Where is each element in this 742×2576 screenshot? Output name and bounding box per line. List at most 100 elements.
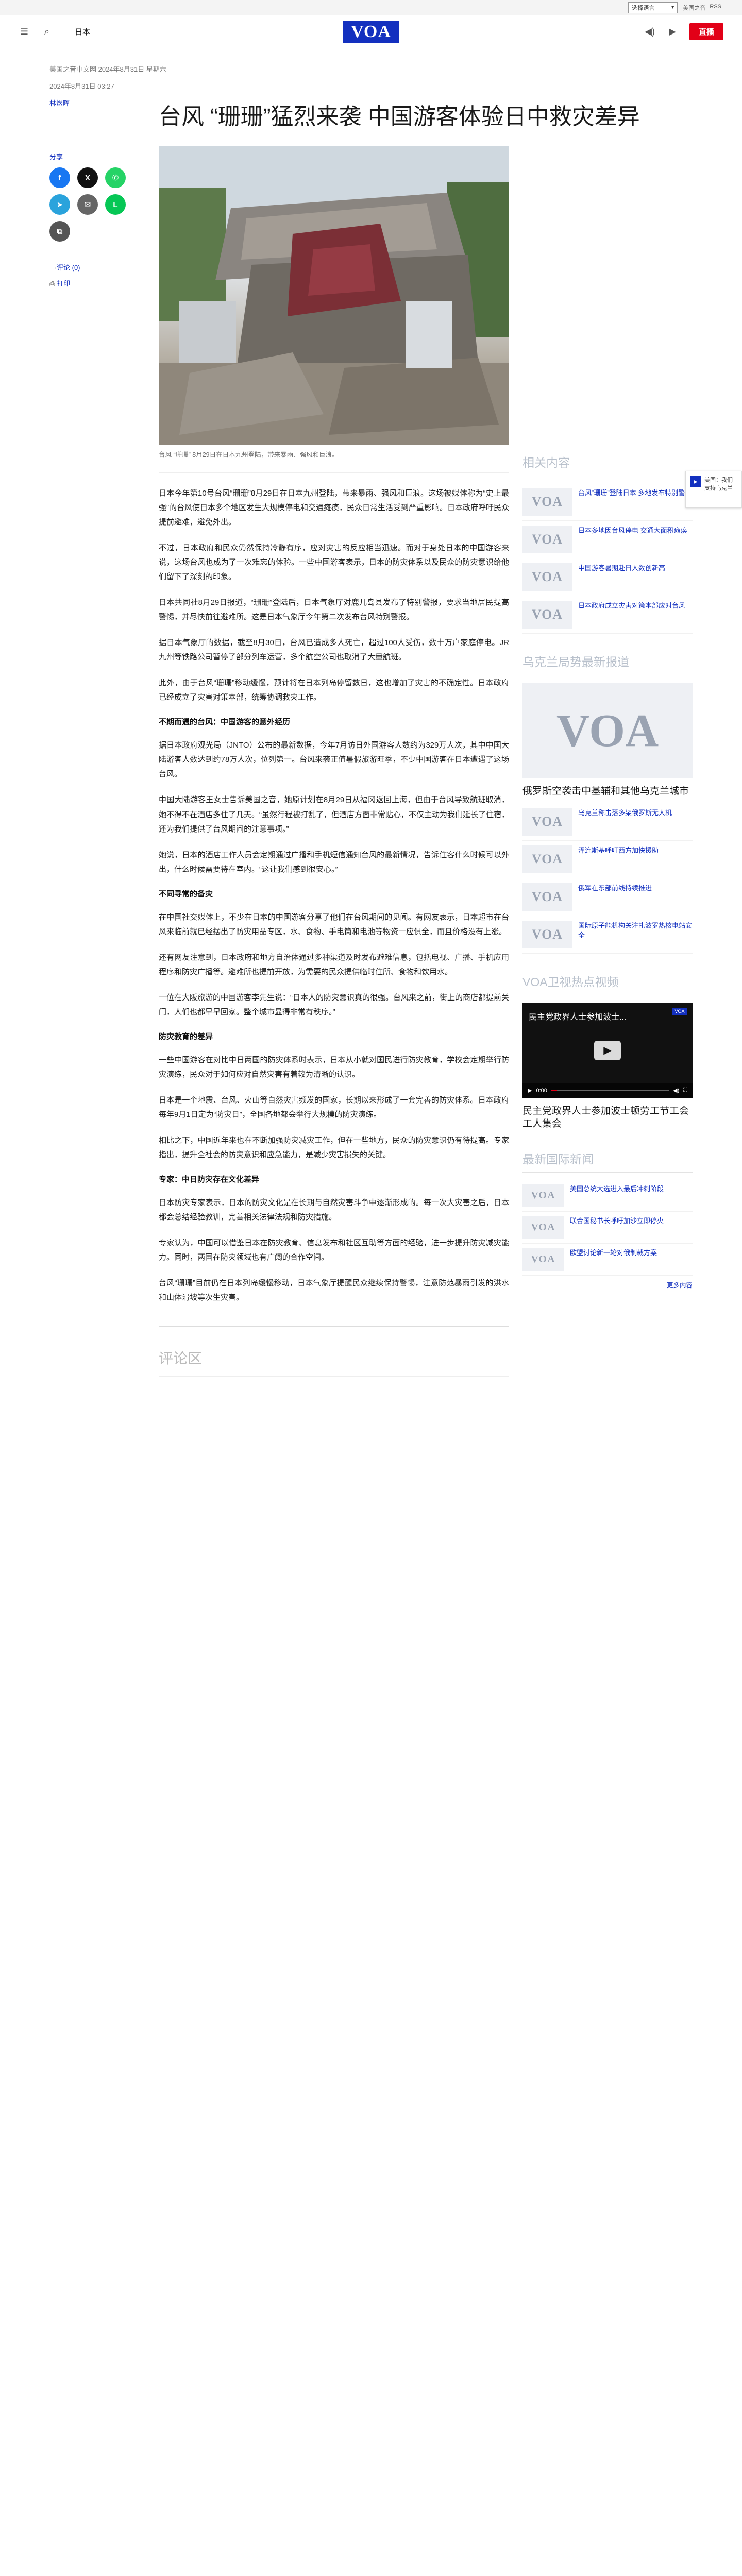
comments-link[interactable]: ▭ 评论 (0) bbox=[49, 262, 159, 272]
paragraph: 日本是一个地震、台风、火山等自然灾害频发的国家，长期以来形成了一套完善的防灾体系… bbox=[159, 1096, 509, 1120]
section-heading: 不同寻常的备灾 bbox=[159, 889, 213, 899]
featured-thumbnail[interactable]: VOA bbox=[522, 683, 693, 778]
video-time: 0:00 bbox=[536, 1087, 547, 1094]
related-heading: 相关内容 bbox=[522, 453, 693, 476]
thumbnail: VOA bbox=[522, 807, 572, 836]
video-progress-track[interactable] bbox=[551, 1090, 669, 1092]
video-caption[interactable]: 民主党政界人士参加波士顿劳工节工会工人集会 bbox=[522, 1105, 693, 1131]
paragraph: 一位在大阪旅游的中国游客李先生说：“日本人的防灾意识真的很强。台风来之前，街上的… bbox=[159, 993, 509, 1016]
language-select[interactable]: 选择语言 ▾ bbox=[628, 2, 678, 13]
section-heading: 专家：中日防灾存在文化差异 bbox=[159, 1175, 260, 1184]
meta-line: 美国之音中文网 2024年8月31日 星期六 bbox=[49, 65, 166, 73]
typhoon-damage-illustration bbox=[159, 146, 509, 445]
paragraph: 日本共同社8月29日报道，“珊珊”登陆后，日本气象厅对鹿儿岛县发布了特别警报，要… bbox=[159, 598, 509, 622]
live-button[interactable]: 直播 bbox=[689, 23, 723, 40]
thumbnail: VOA bbox=[522, 488, 572, 516]
chevron-down-icon: ▾ bbox=[671, 4, 674, 10]
email-icon[interactable]: ✉ bbox=[77, 194, 98, 215]
print-icon: ⎙ bbox=[49, 280, 55, 287]
audio-icon[interactable]: ◀) bbox=[644, 26, 655, 38]
video-title-overlay: 民主党政界人士参加波士... bbox=[529, 1012, 627, 1022]
notification-icon: ▸ bbox=[690, 476, 701, 487]
section-heading: 防灾教育的差异 bbox=[159, 1032, 213, 1041]
related-item[interactable]: VOA 台风“珊珊”登陆日本 多地发布特别警报 bbox=[522, 483, 693, 521]
paragraph: 还有网友注意到，日本政府和地方自治体通过多种渠道及时发布避难信息，包括电视、广播… bbox=[159, 953, 509, 976]
video-heading: VOA卫视热点视频 bbox=[522, 972, 693, 995]
paragraph: 不过，日本政府和民众仍然保持冷静有序，应对灾害的反应相当迅速。而对于身处日本的中… bbox=[159, 543, 509, 581]
thumbnail: VOA bbox=[522, 920, 572, 948]
util-link-rss[interactable]: RSS bbox=[710, 4, 721, 12]
floating-text: 美国：我们支持乌克兰 bbox=[704, 477, 733, 492]
featured-item[interactable]: VOA 俄军在东部前线持续推进 bbox=[522, 878, 693, 916]
video-controls: ▶ 0:00 ◀) ⛶ bbox=[522, 1082, 693, 1098]
section-heading: 不期而遇的台风：中国游客的意外经历 bbox=[159, 718, 291, 727]
facebook-icon[interactable]: f bbox=[49, 167, 70, 188]
paragraph: 她说，日本的酒店工作人员会定期通过广播和手机短信通知台风的最新情况，告诉住客什么… bbox=[159, 850, 509, 874]
featured-item[interactable]: VOA 泽连斯基呼吁西方加快援助 bbox=[522, 841, 693, 878]
comment-icon: ▭ bbox=[49, 264, 56, 272]
play-small-icon[interactable]: ▶ bbox=[528, 1087, 532, 1094]
news-item[interactable]: VOA 欧盟讨论新一轮对俄制裁方案 bbox=[522, 1244, 693, 1276]
article-title: 台风 “珊珊”猛烈来袭 中国游客体验日中救灾差异 bbox=[159, 104, 640, 129]
comments-heading: 评论区 bbox=[159, 1347, 509, 1377]
related-item[interactable]: VOA 中国游客暑期赴日人数创新高 bbox=[522, 558, 693, 596]
paragraph: 一些中国游客在对比中日两国的防灾体系时表示，日本从小就对国民进行防灾教育，学校会… bbox=[159, 1055, 509, 1079]
article-body: 日本今年第10号台风“珊珊”8月29日在日本九州登陆，带来暴雨、强风和巨浪。这场… bbox=[159, 486, 509, 1306]
paragraph: 在中国社交媒体上，不少在日本的中国游客分享了他们在台风期间的见闻。有网友表示，日… bbox=[159, 912, 509, 936]
more-link[interactable]: 更多内容 bbox=[522, 1276, 693, 1290]
video-icon[interactable]: ▶ bbox=[667, 26, 678, 38]
search-icon[interactable]: ⌕ bbox=[41, 26, 53, 38]
voa-logo[interactable]: VOA bbox=[343, 21, 399, 43]
voa-logo-small: VOA bbox=[672, 1007, 687, 1015]
paragraph: 此外，由于台风“珊珊”移动缓慢，预计将在日本列岛停留数日，这也增加了灾害的不确定… bbox=[159, 679, 509, 702]
paragraph: 据日本政府观光局（JNTO）公布的最新数据，今年7月访日外国游客人数约为329万… bbox=[159, 741, 509, 779]
featured-item[interactable]: VOA 乌克兰称击落多架俄罗斯无人机 bbox=[522, 803, 693, 841]
paragraph: 台风“珊珊”目前仍在日本列岛缓慢移动，日本气象厅提醒民众继续保持警惕，注意防范暴… bbox=[159, 1279, 509, 1302]
thumbnail: VOA bbox=[522, 1247, 564, 1271]
thumbnail: VOA bbox=[522, 845, 572, 873]
thumbnail: VOA bbox=[522, 526, 572, 553]
utility-bar: 选择语言 ▾ 美国之音 RSS bbox=[0, 0, 742, 15]
featured-title[interactable]: 俄罗斯空袭击中基辅和其他乌克兰城市 bbox=[522, 785, 693, 798]
print-link[interactable]: ⎙ 打印 bbox=[49, 278, 159, 288]
paragraph: 日本今年第10号台风“珊珊”8月29日在日本九州登陆，带来暴雨、强风和巨浪。这场… bbox=[159, 488, 509, 527]
news-heading: 最新国际新闻 bbox=[522, 1149, 693, 1173]
language-select-value: 选择语言 bbox=[632, 5, 655, 11]
share-label: 分享 bbox=[49, 153, 63, 161]
thumbnail: VOA bbox=[522, 1183, 564, 1207]
paragraph: 据日本气象厅的数据，截至8月30日，台风已造成多人死亡，超过100人受伤，数十万… bbox=[159, 638, 509, 662]
menu-icon[interactable]: ☰ bbox=[19, 26, 30, 38]
image-caption: 台风 “珊珊” 8月29日在日本九州登陆，带来暴雨、强风和巨浪。 bbox=[159, 445, 509, 473]
util-link-voa[interactable]: 美国之音 bbox=[683, 4, 705, 12]
thumbnail: VOA bbox=[522, 563, 572, 591]
telegram-icon[interactable]: ➤ bbox=[49, 194, 70, 215]
related-item[interactable]: VOA 日本政府成立灾害对策本部应对台风 bbox=[522, 596, 693, 634]
related-item[interactable]: VOA 日本多地因台风停电 交通大面积瘫痪 bbox=[522, 521, 693, 558]
section-link[interactable]: 日本 bbox=[64, 26, 90, 37]
featured-heading: 乌克兰局势最新报道 bbox=[522, 652, 693, 675]
paragraph: 相比之下，中国近年来也在不断加强防灾减灾工作，但在一些地方，民众的防灾意识仍有待… bbox=[159, 1136, 509, 1160]
featured-item[interactable]: VOA 国际原子能机构关注扎波罗热核电站安全 bbox=[522, 916, 693, 954]
video-player[interactable]: 民主党政界人士参加波士... VOA ▶ ▶ 0:00 ◀) ⛶ bbox=[522, 1002, 693, 1098]
volume-icon[interactable]: ◀) bbox=[673, 1087, 679, 1094]
copy-link-icon[interactable]: ⧉ bbox=[49, 221, 70, 242]
video-progress-fill bbox=[551, 1090, 558, 1092]
paragraph: 日本防灾专家表示，日本的防灾文化是在长期与自然灾害斗争中逐渐形成的。每一次大灾害… bbox=[159, 1198, 509, 1222]
paragraph: 专家认为，中国可以借鉴日本在防灾教育、信息发布和社区互助等方面的经验，进一步提升… bbox=[159, 1239, 509, 1262]
hero-image bbox=[159, 146, 509, 445]
thumbnail: VOA bbox=[522, 601, 572, 629]
updated-date: 2024年8月31日 03:27 bbox=[49, 82, 114, 90]
fullscreen-icon[interactable]: ⛶ bbox=[683, 1087, 687, 1094]
thumbnail: VOA bbox=[522, 1215, 564, 1239]
play-icon[interactable]: ▶ bbox=[594, 1040, 621, 1060]
thumbnail: VOA bbox=[522, 883, 572, 911]
site-header: ☰ ⌕ 日本 VOA ◀) ▶ 直播 bbox=[0, 15, 742, 48]
floating-notification[interactable]: ▸ 美国：我们支持乌克兰 bbox=[685, 471, 742, 508]
news-item[interactable]: VOA 美国总统大选进入最后冲刺阶段 bbox=[522, 1180, 693, 1212]
line-icon[interactable]: L bbox=[105, 194, 126, 215]
whatsapp-icon[interactable]: ✆ bbox=[105, 167, 126, 188]
news-item[interactable]: VOA 联合国秘书长呼吁加沙立即停火 bbox=[522, 1212, 693, 1244]
sidebar: 相关内容 VOA 台风“珊珊”登陆日本 多地发布特别警报 VOA 日本多地因台风停电… bbox=[522, 146, 693, 1377]
x-twitter-icon[interactable]: X bbox=[77, 167, 98, 188]
paragraph: 中国大陆游客王女士告诉美国之音，她原计划在8月29日从福冈返回上海，但由于台风导… bbox=[159, 795, 509, 834]
